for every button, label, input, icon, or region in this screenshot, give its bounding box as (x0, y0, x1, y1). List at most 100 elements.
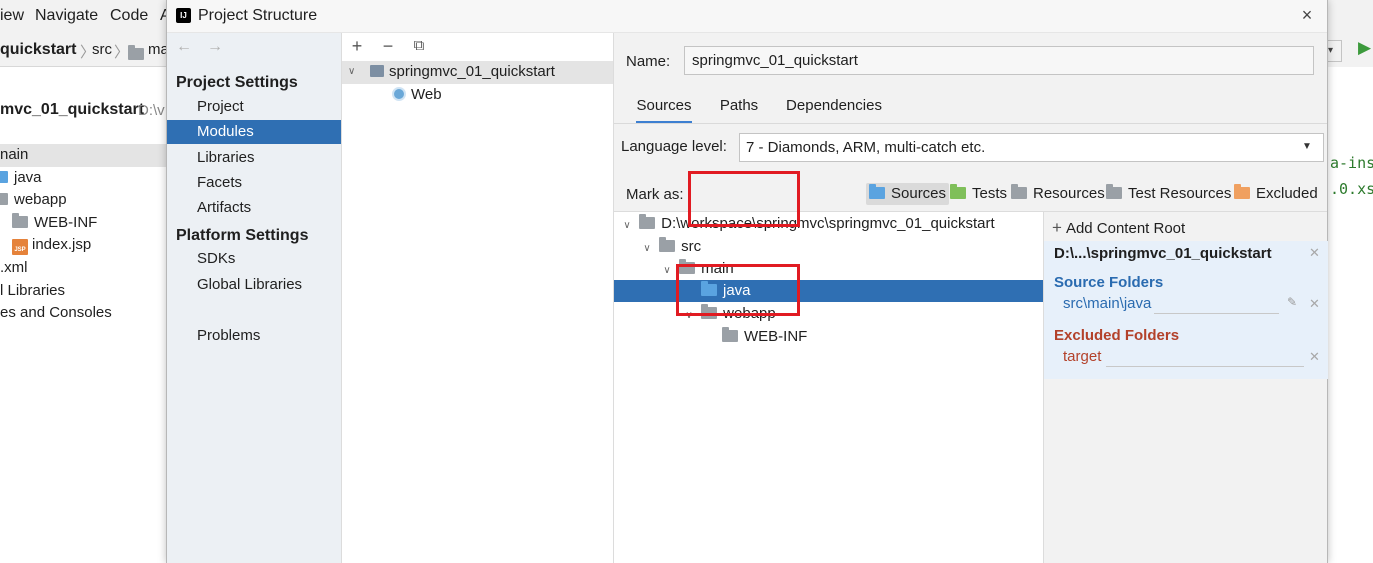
folder-icon (639, 214, 656, 229)
remove-excluded-folder-icon[interactable]: ✕ (1309, 349, 1320, 365)
module-folder-icon (370, 65, 384, 77)
modules-panel: + − ⧉ ∨ springmvc_01_quickstart Web (342, 33, 614, 563)
project-root-label[interactable]: mvc_01_quickstart (0, 101, 144, 119)
intellij-logo-icon: IJ (176, 8, 191, 23)
code-fragment: .0.xs (1330, 180, 1373, 198)
back-arrow-icon[interactable]: ← (176, 38, 192, 56)
add-icon: + (1052, 218, 1062, 237)
run-icon[interactable]: ▶ (1358, 38, 1371, 58)
content-roots-panel: + Add Content Root D:\...\springmvc_01_qu… (1043, 211, 1328, 563)
excluded-folder-path[interactable]: target (1063, 348, 1101, 365)
background-breadcrumb: quickstart 〉 src 〉 ma (0, 33, 169, 67)
source-folder-icon (869, 184, 885, 199)
nav-item-modules[interactable]: Modules (167, 120, 341, 144)
dialog-title: Project Structure (198, 7, 318, 24)
tree-item-scratches[interactable]: es and Consoles (0, 304, 112, 321)
copy-module-button[interactable]: ⧉ (408, 34, 430, 58)
mark-as-label: Mark as: (626, 186, 684, 203)
nav-item-global-libraries[interactable]: Global Libraries (167, 273, 341, 297)
annotation-box-sources (688, 171, 800, 227)
background-editor: a-ins .0.xs (1328, 67, 1373, 563)
name-label: Name: (626, 53, 671, 70)
tree-item-external-libraries[interactable]: l Libraries (0, 282, 65, 299)
mark-tests-button[interactable]: Tests (947, 183, 1010, 205)
mark-excluded-label: Excluded (1256, 185, 1318, 202)
nav-item-problems[interactable]: Problems (167, 324, 341, 348)
tree-item-label: WEB-INF (34, 214, 98, 231)
mark-test-resources-label: Test Resources (1128, 185, 1232, 202)
module-name-input[interactable] (684, 46, 1314, 75)
mark-excluded-button[interactable]: Excluded (1231, 183, 1321, 205)
language-level-select[interactable]: 7 - Diamonds, ARM, multi-catch etc. (739, 133, 1324, 162)
source-folders-title: Source Folders (1054, 274, 1164, 291)
settings-nav: ← → Project Settings Project Modules Lib… (167, 33, 342, 563)
tree-item-java[interactable]: java (0, 169, 42, 186)
module-item: springmvc_01_quickstart (370, 63, 555, 80)
remove-content-root-icon[interactable]: ✕ (1309, 245, 1320, 261)
platform-settings-header: Platform Settings (176, 227, 309, 244)
forward-arrow-icon[interactable]: → (207, 38, 223, 56)
test-resources-folder-icon (1106, 184, 1122, 199)
nav-item-sdks[interactable]: SDKs (167, 247, 341, 271)
code-fragment: a-ins (1330, 154, 1373, 172)
tree-row-root[interactable]: ∨ D:\workspace\springmvc\springmvc_01_qu… (614, 213, 1043, 235)
menu-view[interactable]: iew (0, 7, 24, 25)
tab-paths[interactable]: Paths (718, 96, 760, 124)
mark-resources-button[interactable]: Resources (1008, 183, 1108, 205)
tree-item-label: index.jsp (32, 236, 92, 253)
path-underline (1106, 366, 1304, 367)
tree-item-pom-xml[interactable]: .xml (0, 259, 28, 276)
mark-test-resources-button[interactable]: Test Resources (1103, 183, 1234, 205)
mark-tests-label: Tests (972, 185, 1008, 202)
tree-row-label: src (681, 238, 702, 255)
chevron-down-icon[interactable]: ∨ (348, 66, 355, 77)
dropdown-arrow-icon[interactable]: ▼ (1302, 141, 1312, 152)
mark-sources-label: Sources (891, 185, 947, 202)
remove-module-button[interactable]: − (377, 34, 399, 58)
tree-row-label: WEB-INF (744, 328, 808, 345)
dialog-titlebar[interactable]: IJ Project Structure × (167, 0, 1327, 33)
nav-item-facets[interactable]: Facets (167, 171, 341, 195)
breadcrumb-src[interactable]: src (92, 41, 112, 58)
source-folder-path[interactable]: src\main\java (1063, 295, 1151, 312)
nav-item-project[interactable]: Project (167, 95, 341, 119)
chevron-down-icon[interactable]: ∨ (659, 260, 675, 282)
add-content-root-button[interactable]: + Add Content Root (1052, 218, 1185, 238)
folder-icon (0, 171, 8, 183)
module-row[interactable]: ∨ springmvc_01_quickstart (342, 61, 613, 84)
tree-item-webapp[interactable]: webapp (0, 191, 67, 208)
edit-pencil-icon[interactable]: ✎ (1287, 295, 1297, 309)
tree-row-src[interactable]: ∨ src (614, 236, 1043, 258)
breadcrumb-project[interactable]: quickstart (0, 41, 76, 59)
add-content-root-label: Add Content Root (1065, 220, 1186, 237)
nav-item-artifacts[interactable]: Artifacts (167, 196, 341, 220)
tree-item-index-jsp[interactable]: JSP index.jsp (12, 236, 91, 255)
breadcrumb-separator: 〉 (114, 44, 130, 61)
background-toolbar-right: ▾ ▶ (1328, 33, 1373, 67)
tree-row-web-inf[interactable]: WEB-INF (614, 326, 1043, 348)
nav-item-libraries[interactable]: Libraries (167, 146, 341, 170)
annotation-box-java (676, 264, 800, 316)
mark-sources-button[interactable]: Sources (866, 183, 950, 205)
menu-navigate[interactable]: Navigate (35, 7, 98, 25)
menu-code[interactable]: Code (110, 7, 148, 25)
content-root-path: D:\...\springmvc_01_quickstart (1054, 245, 1272, 262)
tree-item-label: es and Consoles (0, 304, 112, 321)
add-module-button[interactable]: + (346, 34, 368, 58)
folder-icon (128, 45, 144, 60)
web-facet-icon (392, 87, 406, 101)
tree-item-label: nain (0, 146, 29, 163)
tab-dependencies[interactable]: Dependencies (784, 96, 884, 124)
tree-item-web-inf[interactable]: WEB-INF (12, 213, 98, 231)
tree-item-label: l Libraries (0, 282, 66, 299)
tree-item-main[interactable]: nain (0, 146, 28, 163)
excluded-folder-icon (1234, 184, 1250, 199)
chevron-down-icon[interactable]: ▾ (1328, 40, 1342, 62)
project-settings-header: Project Settings (176, 74, 298, 91)
chevron-down-icon[interactable]: ∨ (639, 238, 655, 260)
close-button[interactable]: × (1297, 4, 1317, 26)
chevron-down-icon[interactable]: ∨ (619, 215, 635, 237)
facet-web-item[interactable]: Web (392, 86, 442, 103)
remove-source-folder-icon[interactable]: ✕ (1309, 296, 1320, 312)
tab-sources[interactable]: Sources (636, 96, 692, 124)
